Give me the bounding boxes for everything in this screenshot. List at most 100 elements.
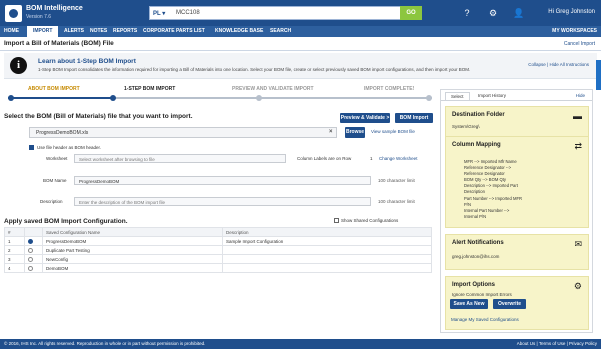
row-radio-cell[interactable] bbox=[24, 263, 43, 273]
description-placeholder: Enter the description of the BOM import … bbox=[79, 200, 166, 205]
use-header-label: Use file header as BOM header. bbox=[37, 145, 102, 150]
row-radio-cell[interactable] bbox=[24, 245, 43, 255]
table-row[interactable]: 2 Duplicate Part Testing bbox=[4, 245, 432, 255]
footer: © 2016, IHS Inc. All rights reserved. Re… bbox=[0, 339, 601, 349]
column-header-description: Description bbox=[222, 227, 432, 237]
nav-my-workspaces[interactable]: MY WORKSPACES bbox=[552, 26, 597, 37]
config-description bbox=[222, 254, 432, 264]
footer-links[interactable]: About Us | Terms of Use | Privacy Policy bbox=[517, 341, 597, 346]
tab-import-history[interactable]: Import History bbox=[473, 92, 511, 99]
change-worksheet-link[interactable]: Change Worksheet bbox=[379, 156, 417, 161]
view-sample-bom-link[interactable]: View sample BOM file bbox=[371, 129, 415, 134]
step-preview-validate: PREVIEW AND VALIDATE IMPORT bbox=[232, 86, 314, 92]
table-row[interactable]: 3 NewConfig bbox=[4, 254, 432, 264]
alert-notifications-card[interactable]: Alert Notifications ✉ greg.johnston@ihs.… bbox=[445, 234, 589, 270]
select-file-title: Select the BOM (Bill of Materials) file … bbox=[4, 113, 193, 120]
config-radio[interactable] bbox=[28, 247, 33, 253]
column-header-num: # bbox=[4, 227, 25, 237]
row-radio-cell[interactable] bbox=[24, 254, 43, 264]
config-radio[interactable] bbox=[28, 256, 33, 262]
nav-home[interactable]: HOME bbox=[4, 26, 19, 37]
hide-panel-link[interactable]: Hide bbox=[571, 92, 590, 99]
config-radio[interactable] bbox=[28, 265, 33, 271]
worksheet-label: Worksheet bbox=[46, 156, 68, 161]
column-header-name: Saved Configuration Name bbox=[42, 227, 223, 237]
options-title: Import Options bbox=[452, 282, 495, 288]
column-labels-row-label: Column Labels are on Row bbox=[297, 156, 352, 161]
search-value: MCC108 bbox=[176, 10, 200, 16]
config-description: Sample Import Configuration bbox=[222, 236, 432, 246]
cancel-import-link[interactable]: Cancel Import bbox=[564, 41, 595, 47]
nav-alerts[interactable]: ALERTS bbox=[64, 26, 84, 37]
settings-gear-icon[interactable]: ⚙ bbox=[487, 7, 499, 19]
config-name: Duplicate Part Testing bbox=[42, 245, 223, 255]
config-description bbox=[222, 245, 432, 255]
file-path-input[interactable]: ProgressDemoBOM.xls bbox=[29, 127, 337, 138]
tab-bar bbox=[441, 100, 592, 101]
preview-validate-button[interactable]: Preview & Validate > bbox=[340, 113, 390, 123]
table-row[interactable]: 1 ProgressDemoBOM Sample Import Configur… bbox=[4, 236, 432, 246]
show-shared-label: Show Shared Configurations bbox=[341, 218, 399, 223]
use-header-checkbox[interactable] bbox=[29, 145, 34, 150]
learn-title: Learn about 1-Step BOM Import bbox=[38, 58, 136, 65]
hide-instructions-link[interactable]: Collapse | Hide All Instructions bbox=[528, 62, 589, 67]
bom-import-button[interactable]: BOM Import bbox=[395, 113, 433, 123]
description-input[interactable]: Enter the description of the BOM import … bbox=[74, 197, 371, 206]
browse-button[interactable]: Browse bbox=[345, 127, 365, 138]
folder-icon: ▬ bbox=[573, 111, 582, 121]
import-steps: ABOUT BOM IMPORT 1-STEP BOM IMPORT PREVI… bbox=[4, 86, 432, 102]
nav-reports[interactable]: REPORTS bbox=[113, 26, 137, 37]
config-name: DemoBOM bbox=[42, 263, 223, 273]
column-mapping-card[interactable]: Column Mapping ⇄ MFR --> Imported Mfr Na… bbox=[445, 136, 589, 228]
gears-icon: ⚙ bbox=[573, 281, 582, 291]
table-row[interactable]: 4 DemoBOM bbox=[4, 263, 432, 273]
search-input[interactable]: PL ▾ MCC108 × bbox=[149, 6, 415, 20]
options-value: Ignore Common Import Errors bbox=[452, 292, 512, 297]
tab-select[interactable]: Select bbox=[445, 92, 470, 100]
learn-banner: i Learn about 1-Step BOM Import 1-Step B… bbox=[4, 53, 597, 79]
bom-name-label: BOM Name bbox=[43, 178, 67, 183]
row-number: 3 bbox=[4, 254, 25, 264]
table-header-row: # Saved Configuration Name Description bbox=[4, 227, 432, 237]
column-labels-row-value[interactable]: 1 bbox=[370, 156, 373, 161]
bom-name-limit: 100 character limit bbox=[378, 178, 415, 183]
top-header: BOM Intelligence Version 7.6 PL ▾ MCC108… bbox=[0, 0, 601, 26]
clear-file-icon[interactable]: × bbox=[329, 129, 333, 135]
show-shared-checkbox[interactable] bbox=[334, 218, 339, 223]
config-radio[interactable] bbox=[28, 238, 33, 244]
manage-configurations-link[interactable]: Manage My Saved Configurations bbox=[451, 317, 519, 322]
row-number: 1 bbox=[4, 236, 25, 246]
destination-title: Destination Folder bbox=[452, 112, 505, 118]
user-name[interactable]: Hi Greg Johnston bbox=[548, 9, 595, 15]
step-dot-4 bbox=[426, 95, 432, 101]
worksheet-select[interactable]: Select worksheet after browsing to file bbox=[74, 154, 286, 163]
mapping-title: Column Mapping bbox=[452, 142, 501, 148]
nav-notes[interactable]: NOTES bbox=[90, 26, 107, 37]
search-go-button[interactable]: GO bbox=[400, 6, 422, 20]
column-header-select bbox=[24, 227, 43, 237]
app-logo bbox=[5, 5, 22, 22]
save-as-new-button[interactable]: Save As New bbox=[450, 299, 488, 309]
bom-name-input[interactable]: ProgressDemoBOM bbox=[74, 176, 371, 185]
description-limit: 100 character limit bbox=[378, 199, 415, 204]
worksheet-placeholder: Select worksheet after browsing to file bbox=[79, 157, 155, 162]
nav-knowledge-base[interactable]: KNOWLEDGE BASE bbox=[215, 26, 263, 37]
envelope-icon: ✉ bbox=[574, 239, 582, 249]
mapping-item: Internal P/N bbox=[464, 213, 487, 219]
config-name: ProgressDemoBOM bbox=[42, 236, 223, 246]
feedback-side-tab[interactable] bbox=[596, 60, 601, 90]
row-number: 2 bbox=[4, 245, 25, 255]
help-icon[interactable]: ? bbox=[461, 7, 473, 19]
info-icon: i bbox=[10, 57, 27, 74]
brand-title: BOM Intelligence bbox=[26, 5, 83, 12]
nav-corporate-parts-list[interactable]: CORPORATE PARTS LIST bbox=[143, 26, 205, 37]
mapping-arrows-icon: ⇄ bbox=[574, 141, 582, 151]
overwrite-button[interactable]: Overwrite bbox=[493, 299, 526, 309]
nav-search[interactable]: SEARCH bbox=[270, 26, 291, 37]
user-icon[interactable]: 👤 bbox=[513, 7, 525, 19]
config-description bbox=[222, 263, 432, 273]
mapping-item: Part Number --> Imported MFR bbox=[464, 195, 523, 201]
row-radio-cell[interactable] bbox=[24, 236, 43, 246]
search-scope-select[interactable]: PL ▾ bbox=[153, 10, 165, 17]
nav-import[interactable]: IMPORT bbox=[27, 26, 59, 37]
